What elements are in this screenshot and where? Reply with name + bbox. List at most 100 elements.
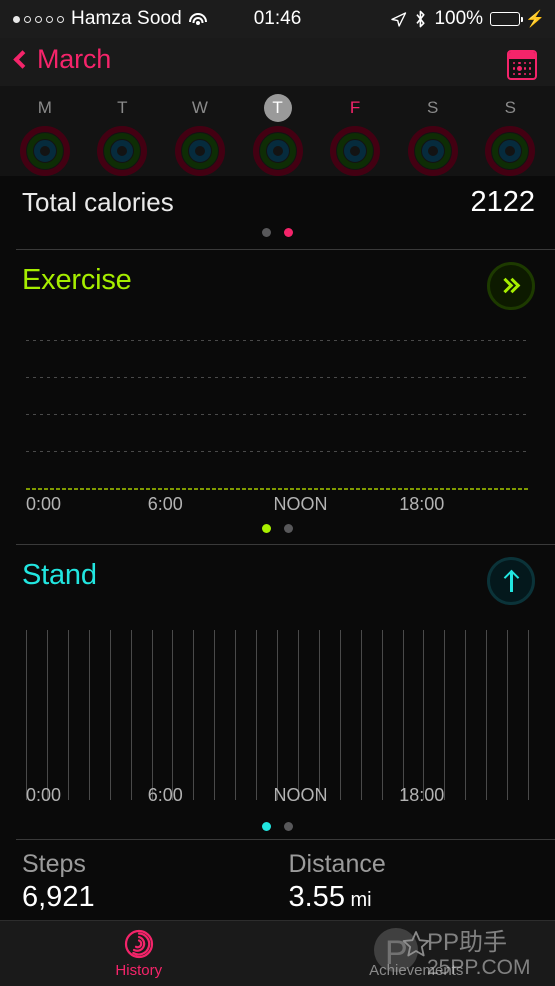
stat-label: Steps bbox=[22, 850, 86, 878]
exercise-title: Exercise bbox=[22, 264, 132, 296]
axis-tick-label: 6:00 bbox=[147, 494, 183, 514]
page-dot-active[interactable] bbox=[262, 524, 271, 533]
stat-label: Distance bbox=[288, 850, 386, 878]
double-chevron-right-icon bbox=[497, 277, 522, 294]
stand-chart-tick bbox=[235, 630, 237, 800]
arrow-up-icon bbox=[502, 569, 520, 592]
activity-rings bbox=[407, 126, 458, 176]
stand-chart bbox=[26, 630, 529, 800]
star-icon bbox=[402, 930, 430, 956]
exercise-chart bbox=[26, 340, 529, 490]
stand-chart-tick bbox=[381, 630, 383, 800]
stand-chart-tick bbox=[172, 630, 174, 800]
stat-unit: mi bbox=[344, 889, 372, 911]
stand-page-dots[interactable] bbox=[0, 822, 555, 831]
week-day-letter: F bbox=[349, 98, 361, 117]
stat-value: 3.55 mi bbox=[288, 881, 372, 913]
stand-chart-tick bbox=[360, 630, 362, 800]
exercise-chart-x-axis: 0:00 6:00 NOON 18:00 bbox=[26, 494, 529, 516]
activity-rings bbox=[330, 126, 381, 176]
stand-ring bbox=[188, 140, 211, 162]
week-day-2[interactable]: W bbox=[161, 86, 239, 176]
exercise-chart-baseline bbox=[26, 488, 529, 490]
stand-chart-tick bbox=[486, 630, 488, 800]
stand-chart-tick bbox=[214, 630, 216, 800]
week-day-3[interactable]: T bbox=[239, 86, 317, 176]
lightning-bolt-icon: ⚡ bbox=[525, 11, 545, 28]
page-dot[interactable] bbox=[262, 228, 271, 237]
activity-rings bbox=[97, 126, 148, 176]
exercise-detail-button[interactable] bbox=[487, 262, 535, 310]
week-day-6[interactable]: S bbox=[471, 86, 549, 176]
week-day-letter: S bbox=[504, 98, 516, 117]
stand-section: Stand 0:00 6:00 NOON 18:00 bbox=[0, 545, 555, 840]
stand-chart-x-axis: 0:00 6:00 NOON 18:00 bbox=[26, 785, 529, 807]
stand-ring bbox=[344, 140, 367, 162]
axis-tick-label: NOON bbox=[273, 494, 328, 514]
week-day-letter: T bbox=[117, 98, 128, 117]
calories-page-dots[interactable] bbox=[0, 228, 555, 237]
tab-achievements[interactable]: Achievements bbox=[278, 921, 555, 986]
week-day-letter: S bbox=[427, 98, 439, 117]
stand-title: Stand bbox=[22, 559, 97, 591]
status-bar: Hamza Sood 01:46 100% ⚡ bbox=[0, 0, 555, 38]
stand-chart-tick bbox=[26, 630, 27, 800]
total-calories-label: Total calories bbox=[22, 187, 174, 217]
axis-tick-label: 0:00 bbox=[26, 785, 62, 805]
stand-chart-tick bbox=[318, 630, 320, 800]
activity-rings bbox=[174, 126, 225, 176]
chevron-left-icon bbox=[13, 50, 32, 69]
status-bar-right: 100% ⚡ bbox=[390, 8, 545, 30]
stand-chart-tick bbox=[402, 630, 404, 800]
page-dot-active[interactable] bbox=[284, 228, 293, 237]
week-day-1[interactable]: T bbox=[84, 86, 162, 176]
activity-app-screen: Hamza Sood 01:46 100% ⚡ March M T W T F … bbox=[0, 0, 555, 986]
week-day-4[interactable]: F bbox=[316, 86, 394, 176]
back-button[interactable]: March bbox=[13, 44, 112, 75]
stand-chart-tick bbox=[444, 630, 446, 800]
week-day-letter: T bbox=[263, 94, 292, 122]
activity-spiral-icon bbox=[124, 929, 153, 958]
location-arrow-icon bbox=[391, 11, 407, 27]
total-calories-value: 2122 bbox=[470, 186, 535, 218]
tab-bar: History Achievements bbox=[0, 920, 555, 986]
total-calories-section: Total calories 2122 bbox=[0, 176, 555, 250]
stand-detail-button[interactable] bbox=[487, 557, 535, 605]
stand-chart-tick bbox=[88, 630, 90, 800]
stand-ring bbox=[33, 140, 56, 162]
stand-ring bbox=[421, 140, 444, 162]
stand-chart-tick bbox=[528, 630, 529, 800]
stat-steps: Steps 6,921 bbox=[22, 850, 289, 914]
week-day-0[interactable]: M bbox=[6, 86, 84, 176]
nav-title: March bbox=[37, 44, 112, 74]
stand-chart-tick bbox=[297, 630, 299, 800]
stand-chart-tick bbox=[67, 630, 69, 800]
week-day-letter: W bbox=[191, 98, 208, 117]
stand-chart-tick bbox=[423, 630, 425, 800]
week-day-5[interactable]: S bbox=[394, 86, 472, 176]
axis-tick-label: 0:00 bbox=[26, 494, 62, 514]
axis-tick-label: 6:00 bbox=[147, 785, 183, 805]
summary-stats-section: Steps 6,921 Distance 3.55 mi bbox=[0, 840, 555, 920]
stand-chart-tick bbox=[256, 630, 258, 800]
tab-history-label: History bbox=[115, 961, 163, 979]
page-dot-active[interactable] bbox=[262, 822, 271, 831]
axis-tick-label: 18:00 bbox=[399, 785, 445, 805]
tab-history[interactable]: History bbox=[0, 921, 278, 986]
page-dot[interactable] bbox=[284, 822, 293, 831]
activity-rings bbox=[252, 126, 303, 176]
page-dot[interactable] bbox=[284, 524, 293, 533]
week-day-letter: M bbox=[37, 98, 52, 117]
activity-rings bbox=[485, 126, 536, 176]
calendar-icon[interactable] bbox=[507, 50, 537, 80]
exercise-page-dots[interactable] bbox=[0, 524, 555, 533]
activity-rings bbox=[19, 126, 70, 176]
stand-chart-tick bbox=[339, 630, 341, 800]
battery-icon bbox=[490, 12, 524, 26]
battery-percent-label: 100% bbox=[434, 8, 484, 29]
exercise-section: Exercise 0 MIN 0:006:00NOON18:00 bbox=[0, 250, 555, 613]
stat-distance: Distance 3.55 mi bbox=[289, 850, 555, 914]
stand-chart-tick bbox=[193, 630, 195, 800]
bluetooth-icon bbox=[416, 10, 426, 28]
tab-achievements-label: Achievements bbox=[369, 961, 464, 979]
